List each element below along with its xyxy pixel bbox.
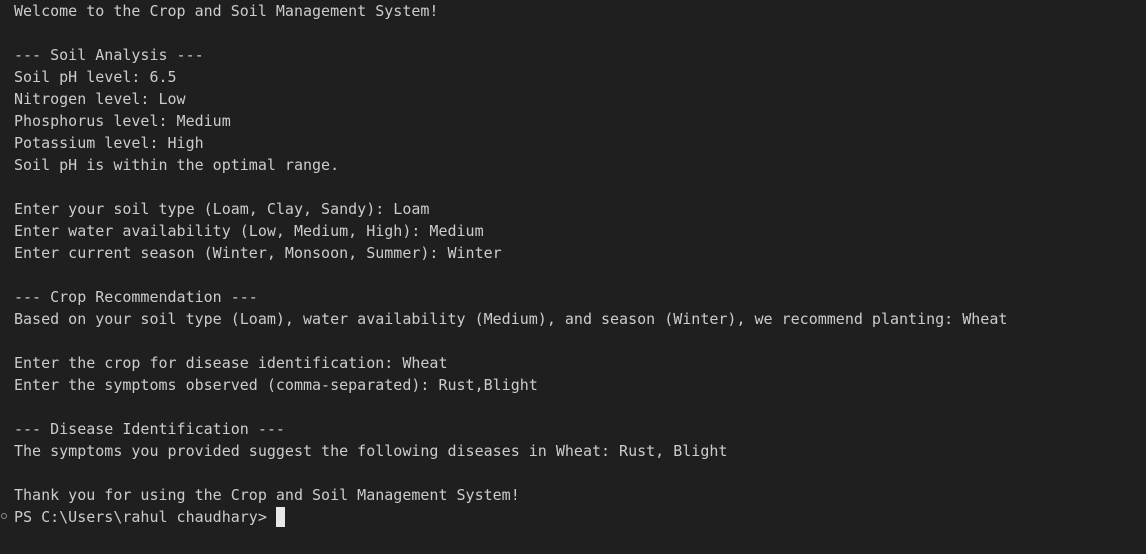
output-line: Soil pH is within the optimal range. [14, 156, 340, 174]
output-line: Enter current season (Winter, Monsoon, S… [14, 244, 502, 262]
output-line: --- Crop Recommendation --- [14, 288, 258, 306]
command-prompt-line[interactable]: PS C:\Users\rahul chaudhary> [1, 506, 1146, 528]
terminal-output[interactable]: Welcome to the Crop and Soil Management … [0, 0, 1146, 554]
output-line: Thank you for using the Crop and Soil Ma… [14, 486, 520, 504]
text-cursor [275, 507, 285, 527]
output-line: Enter the crop for disease identificatio… [14, 354, 448, 372]
output-line: Nitrogen level: Low [14, 90, 186, 108]
output-line: Welcome to the Crop and Soil Management … [14, 2, 439, 20]
output-line: Enter the symptoms observed (comma-separ… [14, 376, 538, 394]
output-line: Phosphorus level: Medium [14, 112, 231, 130]
output-line: Based on your soil type (Loam), water av… [14, 310, 1008, 328]
output-line: Potassium level: High [14, 134, 204, 152]
command-decoration-icon[interactable] [1, 513, 7, 519]
output-line: Enter water availability (Low, Medium, H… [14, 222, 484, 240]
shell-prompt: PS C:\Users\rahul chaudhary> [14, 508, 276, 526]
output-line: The symptoms you provided suggest the fo… [14, 442, 728, 460]
output-line: Soil pH level: 6.5 [14, 68, 177, 86]
output-line: --- Soil Analysis --- [14, 46, 204, 64]
output-line: Enter your soil type (Loam, Clay, Sandy)… [14, 200, 430, 218]
output-line: --- Disease Identification --- [14, 420, 285, 438]
